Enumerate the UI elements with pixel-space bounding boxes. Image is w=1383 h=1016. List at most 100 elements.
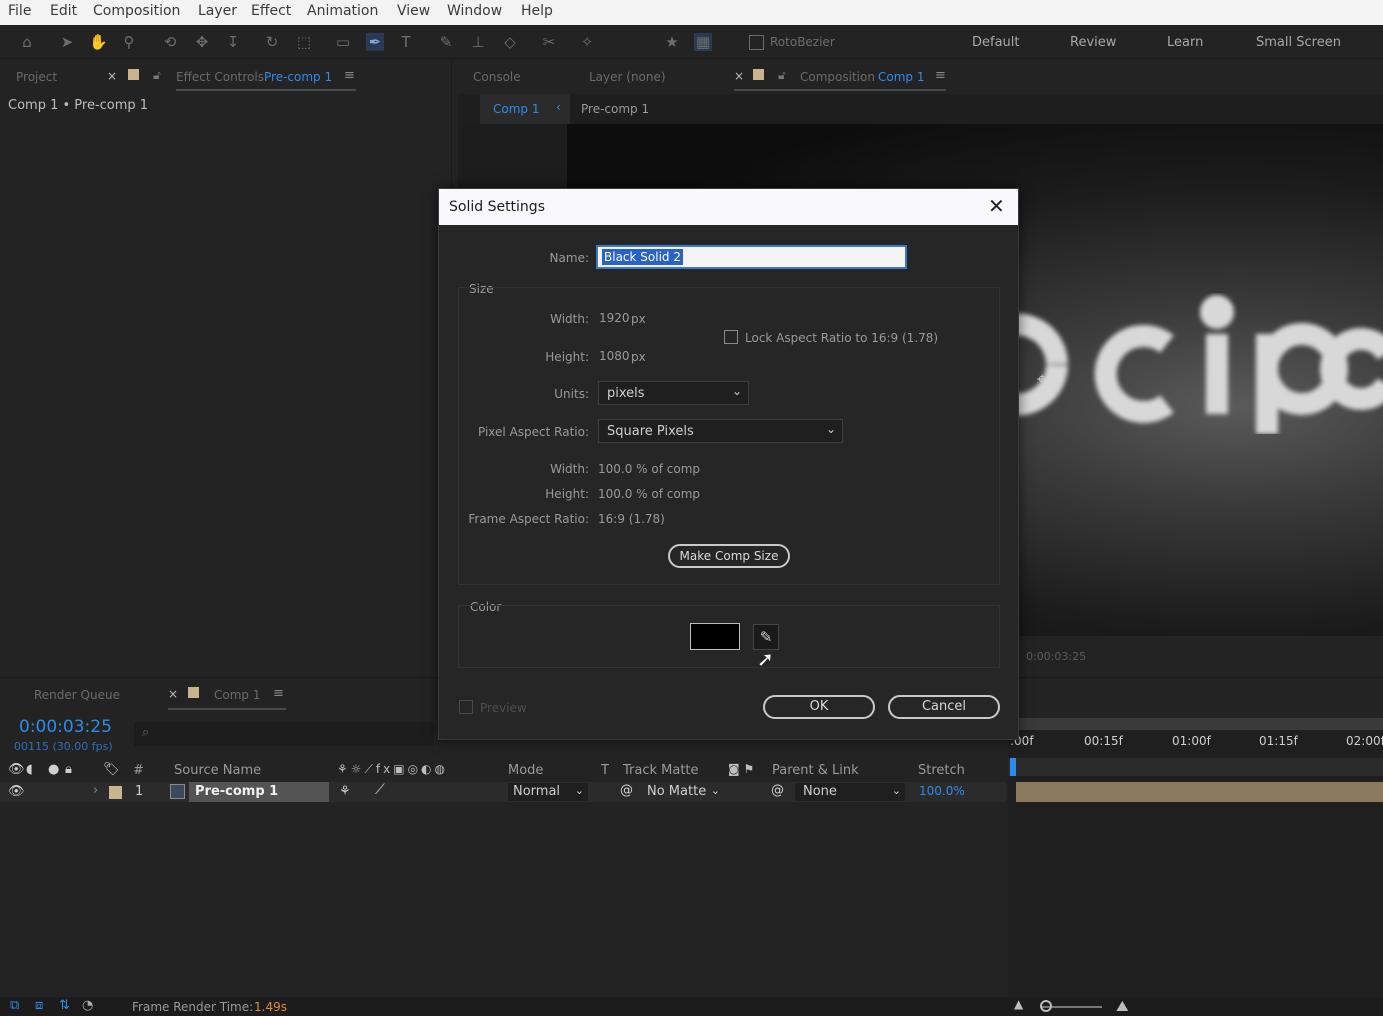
work-area-bar[interactable] (1008, 718, 1383, 730)
panel-menu-icon[interactable]: ≡ (935, 68, 946, 83)
col-stretch[interactable]: Stretch (918, 763, 965, 778)
panel-menu-icon[interactable]: ≡ (273, 686, 284, 701)
anchor-point-icon[interactable]: ⌖ (1037, 369, 1047, 390)
close-icon[interactable]: × (168, 687, 178, 701)
timeline-search-input[interactable]: ⌕ (134, 722, 434, 746)
tab-render-queue[interactable]: Render Queue (34, 688, 120, 702)
clone-stamp-icon[interactable]: ⊥ (469, 33, 487, 51)
panel-menu-icon[interactable]: ≡ (344, 68, 355, 83)
mode-dropdown[interactable]: Normal ⌄ (508, 783, 588, 801)
stretch-value[interactable]: 100.0% (919, 784, 965, 798)
name-input[interactable]: Black Solid 2 (596, 245, 907, 269)
toggle-transfer-icon[interactable]: ⇅ (59, 998, 70, 1013)
workspace-review[interactable]: Review (1070, 35, 1116, 50)
viewer-timecode[interactable]: 0:00:03:25 (1026, 650, 1086, 663)
col-source-name[interactable]: Source Name (174, 763, 261, 778)
preview-checkbox[interactable] (459, 700, 473, 714)
snapping-icon[interactable]: ▦ (694, 33, 712, 51)
hand-tool-icon[interactable]: ✋ (89, 33, 108, 51)
ok-button[interactable]: OK (763, 695, 875, 719)
menu-view[interactable]: View (397, 3, 430, 19)
tab-underline (176, 89, 356, 91)
tab-composition-target[interactable]: Comp 1 (878, 70, 924, 84)
shy-switch-icon[interactable]: ⚘ (339, 784, 351, 799)
eraser-tool-icon[interactable]: ◇ (501, 33, 519, 51)
collapse-switch-icon[interactable]: ⟋ (375, 782, 385, 798)
menu-layer[interactable]: Layer (198, 3, 237, 19)
layer-name-field[interactable]: Pre-comp 1 (189, 782, 329, 802)
tab-console[interactable]: Console (473, 70, 521, 84)
menu-help[interactable]: Help (521, 3, 553, 19)
parent-pickwhip-icon[interactable]: @ (771, 783, 784, 798)
playhead[interactable] (1010, 758, 1016, 776)
brush-tool-icon[interactable]: ✎ (437, 33, 455, 51)
star-icon[interactable]: ★ (663, 33, 681, 51)
expand-chevron-icon[interactable]: › (93, 783, 98, 798)
selection-tool-icon[interactable]: ➤ (58, 33, 76, 51)
height-value[interactable]: 1080 (599, 349, 630, 363)
toggle-switches-icon[interactable]: ⧈ (35, 998, 43, 1013)
pickwhip-icon[interactable]: @ (620, 783, 633, 798)
track-matte-dropdown[interactable]: No Matte ⌄ (640, 783, 722, 801)
lock-icon[interactable]: 🔓︎ (153, 68, 161, 83)
cancel-button[interactable]: Cancel (888, 695, 1000, 719)
tab-composition[interactable]: Composition (800, 70, 875, 84)
menu-composition[interactable]: Composition (93, 3, 180, 19)
lock-icon[interactable]: 🔓︎ (778, 68, 786, 83)
pen-tool-icon[interactable]: ✒ (366, 33, 384, 51)
layer-duration-bar[interactable] (1016, 782, 1383, 802)
lock-aspect-checkbox[interactable] (724, 330, 738, 344)
zoom-out-icon[interactable]: ▲ (1014, 997, 1023, 1011)
anchor-tool-icon[interactable]: ⬚ (295, 33, 313, 51)
current-time-display[interactable]: 0:00:03:25 (19, 717, 112, 737)
close-icon[interactable]: × (734, 69, 744, 83)
tab-comp[interactable]: Comp 1 (214, 688, 260, 702)
type-tool-icon[interactable]: T (397, 33, 415, 51)
subtab-precomp[interactable]: Pre-comp 1 (581, 102, 649, 116)
menu-window[interactable]: Window (447, 3, 502, 19)
orbit-tool-icon[interactable]: ⟲ (161, 33, 179, 51)
dolly-tool-icon[interactable]: ↧ (224, 33, 242, 51)
tab-project[interactable]: Project (16, 70, 57, 84)
layer-label-color[interactable] (109, 786, 122, 799)
zoom-slider-handle[interactable] (1040, 1000, 1052, 1012)
home-icon[interactable]: ⌂ (18, 33, 36, 51)
make-comp-size-button[interactable]: Make Comp Size (668, 544, 790, 568)
layer-row[interactable]: 👁︎ › 1 Pre-comp 1 ⚘ ⟋ Normal ⌄ @ No Matt… (0, 782, 1006, 802)
menu-effect[interactable]: Effect (251, 3, 291, 19)
tab-underline (168, 708, 286, 710)
toggle-motion-icon[interactable]: ◔ (82, 998, 93, 1013)
visibility-toggle-icon[interactable]: 👁︎ (8, 784, 25, 799)
time-graph[interactable]: :00f 00:15f 01:00f 01:15f 02:00f (1008, 718, 1383, 998)
workspace-learn[interactable]: Learn (1167, 35, 1203, 50)
width-value[interactable]: 1920 (599, 311, 630, 325)
par-dropdown[interactable]: Square Pixels ⌄ (598, 419, 843, 443)
close-icon[interactable]: ✕ (988, 194, 1005, 218)
parent-dropdown[interactable]: None ⌄ (795, 783, 905, 801)
zoom-tool-icon[interactable]: ⚲ (120, 33, 138, 51)
comp-flowchart-icon[interactable]: ⧉ (10, 998, 19, 1013)
col-parent-link[interactable]: Parent & Link (772, 763, 859, 778)
col-track-matte[interactable]: Track Matte (623, 763, 699, 778)
menu-edit[interactable]: Edit (50, 3, 77, 19)
workspace-small-screen[interactable]: Small Screen (1256, 35, 1341, 50)
menu-file[interactable]: File (8, 3, 31, 19)
roto-brush-icon[interactable]: ✂ (540, 33, 558, 51)
rectangle-tool-icon[interactable]: ▭ (334, 33, 352, 51)
workspace-default[interactable]: Default (972, 35, 1020, 50)
menu-animation[interactable]: Animation (307, 3, 378, 19)
height-label: Height: (545, 350, 589, 364)
tab-layer[interactable]: Layer (none) (589, 70, 666, 84)
units-dropdown[interactable]: pixels ⌄ (598, 381, 749, 405)
color-swatch[interactable] (690, 623, 740, 650)
zoom-in-icon[interactable]: ⛰︎ (1116, 997, 1129, 1015)
subtab-comp1[interactable]: Comp 1 (493, 102, 539, 116)
puppet-tool-icon[interactable]: ✧ (578, 33, 596, 51)
close-icon[interactable]: × (107, 69, 117, 83)
col-mode[interactable]: Mode (508, 763, 543, 778)
tab-effect-controls[interactable]: Effect Controls (176, 70, 264, 84)
rotate-tool-icon[interactable]: ↻ (263, 33, 281, 51)
pan-tool-icon[interactable]: ✥ (193, 33, 211, 51)
rotobezier-checkbox[interactable] (749, 35, 764, 50)
tab-effect-target[interactable]: Pre-comp 1 (264, 70, 332, 84)
